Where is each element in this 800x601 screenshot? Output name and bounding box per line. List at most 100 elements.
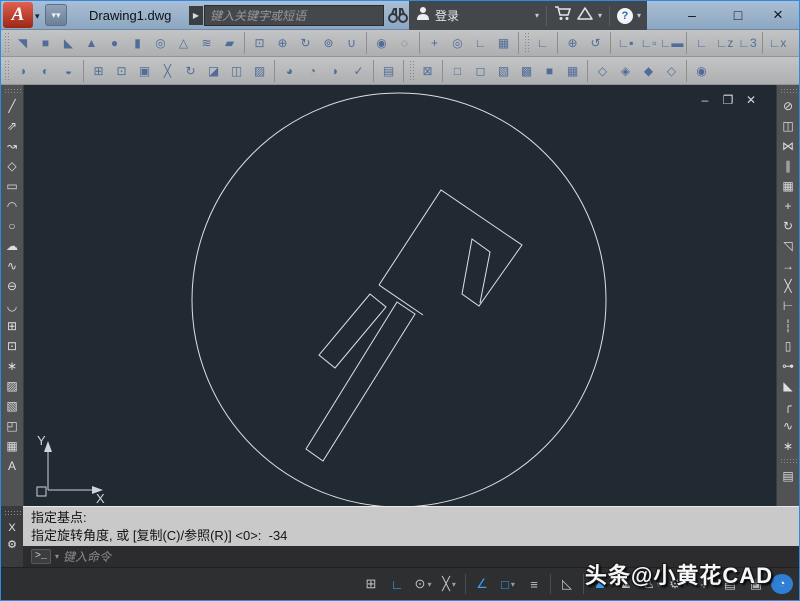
- extract-edges-button[interactable]: ⊠: [417, 60, 438, 82]
- ucs-rotate-x-button[interactable]: ∟x: [767, 32, 788, 54]
- blend-curves-button[interactable]: ∿: [778, 416, 799, 436]
- grip-handle[interactable]: [409, 59, 414, 82]
- explode-button[interactable]: ∗: [778, 436, 799, 456]
- check-button[interactable]: ✓: [348, 60, 369, 82]
- search-expand-button[interactable]: ▶: [189, 6, 203, 25]
- cylinder-button[interactable]: ▮: [127, 32, 148, 54]
- copy-button[interactable]: ◫: [778, 116, 799, 136]
- window-close-button[interactable]: ×: [763, 3, 793, 27]
- exchange-cart-icon[interactable]: [554, 5, 572, 26]
- smooth-object-button[interactable]: ⊚: [318, 32, 339, 54]
- separate-solids-button[interactable]: ◔: [302, 60, 323, 82]
- join-button[interactable]: ⊶: [778, 356, 799, 376]
- ucs-view-button[interactable]: ∟▬: [660, 32, 684, 54]
- construction-line-button[interactable]: ⇗: [2, 116, 23, 136]
- torus-button[interactable]: ◎: [150, 32, 171, 54]
- extrude-faces-button[interactable]: ⊞: [88, 60, 109, 82]
- make-block-button[interactable]: ⊡: [2, 336, 23, 356]
- grip-handle[interactable]: [779, 88, 797, 93]
- palette-button[interactable]: ▤: [778, 466, 799, 486]
- rotate-gizmo-button[interactable]: ◎: [447, 32, 468, 54]
- table-button[interactable]: ▦: [2, 436, 23, 456]
- handle-rectangle-entity[interactable]: [305, 301, 416, 462]
- 3d-rotate-button[interactable]: ↻: [295, 32, 316, 54]
- grip-handle[interactable]: [4, 32, 9, 54]
- spline-button[interactable]: ∿: [2, 256, 23, 276]
- render-button[interactable]: ◉: [691, 60, 712, 82]
- sign-in-button[interactable]: 登录: [435, 7, 459, 24]
- polyline-button[interactable]: ↝: [2, 136, 23, 156]
- offset-button[interactable]: ∥: [778, 156, 799, 176]
- binoculars-search-icon[interactable]: [387, 6, 409, 29]
- erase-button[interactable]: ⊘: [778, 96, 799, 116]
- viewport-minimize-button[interactable]: –: [698, 93, 712, 107]
- multiline-text-button[interactable]: A: [2, 456, 23, 476]
- ucs-face-button[interactable]: ∟▪: [615, 32, 636, 54]
- wedge-button[interactable]: ◣: [58, 32, 79, 54]
- quick-access-toolbar-button[interactable]: ▾▾: [45, 4, 67, 26]
- hatch-button[interactable]: ▨: [2, 376, 23, 396]
- chamfer-button[interactable]: ◣: [778, 376, 799, 396]
- grip-handle[interactable]: [3, 510, 21, 515]
- fillet-button[interactable]: ╭: [778, 396, 799, 416]
- circle-entity[interactable]: [191, 92, 607, 506]
- snap-mode-toggle[interactable]: ⊞: [360, 572, 382, 596]
- customize-command-line-button[interactable]: ⚙: [7, 538, 17, 551]
- gradient-button[interactable]: ▧: [2, 396, 23, 416]
- ucs-3-point-button[interactable]: ∟3: [737, 32, 758, 54]
- viewport-restore-button[interactable]: ❐: [721, 93, 735, 107]
- line-button[interactable]: ╱: [2, 96, 23, 116]
- stretch-button[interactable]: →: [778, 256, 799, 276]
- polysolid-button[interactable]: ◥: [12, 32, 33, 54]
- dropdown-caret-icon[interactable]: ▾: [427, 580, 431, 589]
- polygon-button[interactable]: ◇: [2, 156, 23, 176]
- planar-surface-button[interactable]: ▰: [219, 32, 240, 54]
- object-snap-toggle[interactable]: □ ▾: [497, 572, 519, 596]
- window-minimize-button[interactable]: –: [677, 3, 707, 27]
- box-button[interactable]: ■: [35, 32, 56, 54]
- autodesk-360-caret-icon[interactable]: ▾: [598, 11, 602, 20]
- ucs-z-axis-button[interactable]: ∟z: [714, 32, 735, 54]
- array-button[interactable]: ▦: [778, 176, 799, 196]
- circle-button[interactable]: ○: [2, 216, 23, 236]
- intersect-button[interactable]: ◒: [58, 60, 79, 82]
- grip-handle[interactable]: [524, 32, 529, 54]
- sphere-button[interactable]: ●: [104, 32, 125, 54]
- rotate-faces-button[interactable]: ↻: [180, 60, 201, 82]
- region-button[interactable]: ◰: [2, 416, 23, 436]
- point-button[interactable]: ∗: [2, 356, 23, 376]
- ucs-icon[interactable]: Y X: [36, 433, 105, 506]
- move-faces-button[interactable]: ⊡: [111, 60, 132, 82]
- user-icon[interactable]: [415, 5, 431, 26]
- 3d-move-button[interactable]: ⊕: [272, 32, 293, 54]
- sweep-button[interactable]: ◌: [394, 32, 415, 54]
- move-button[interactable]: +: [778, 196, 799, 216]
- delete-faces-button[interactable]: ╳: [157, 60, 178, 82]
- hardware-acceleration-toggle[interactable]: ◔: [771, 574, 793, 594]
- ucs-world-button[interactable]: ⊕: [562, 32, 583, 54]
- app-menu-caret-icon[interactable]: ▾: [35, 11, 40, 22]
- color-faces-button[interactable]: ▨: [249, 60, 270, 82]
- close-command-line-button[interactable]: X: [8, 522, 15, 534]
- cone-button[interactable]: ▲: [81, 32, 102, 54]
- presspull-button[interactable]: ⊡: [249, 32, 270, 54]
- light-1-button[interactable]: ◇: [592, 60, 613, 82]
- help-button[interactable]: ?: [616, 7, 633, 24]
- ucs-button[interactable]: ∟: [532, 32, 553, 54]
- side-strip-rectangle-entity[interactable]: [318, 293, 387, 369]
- sign-in-caret-icon[interactable]: ▾: [535, 11, 539, 20]
- clean-button[interactable]: ◗: [325, 60, 346, 82]
- light-4-button[interactable]: ◇: [661, 60, 682, 82]
- viewport-close-button[interactable]: ✕: [744, 93, 758, 107]
- ucs-previous-button[interactable]: ↺: [585, 32, 606, 54]
- help-caret-icon[interactable]: ▾: [637, 11, 641, 20]
- autodesk-360-icon[interactable]: [576, 6, 594, 26]
- revolve-button[interactable]: ◉: [371, 32, 392, 54]
- grip-handle[interactable]: [779, 458, 797, 463]
- offset-faces-button[interactable]: ▣: [134, 60, 155, 82]
- taper-faces-button[interactable]: ◪: [203, 60, 224, 82]
- revision-cloud-button[interactable]: ☁: [2, 236, 23, 256]
- scale-button[interactable]: ◹: [778, 236, 799, 256]
- trim-button[interactable]: ╳: [778, 276, 799, 296]
- rectangle-button[interactable]: ▭: [2, 176, 23, 196]
